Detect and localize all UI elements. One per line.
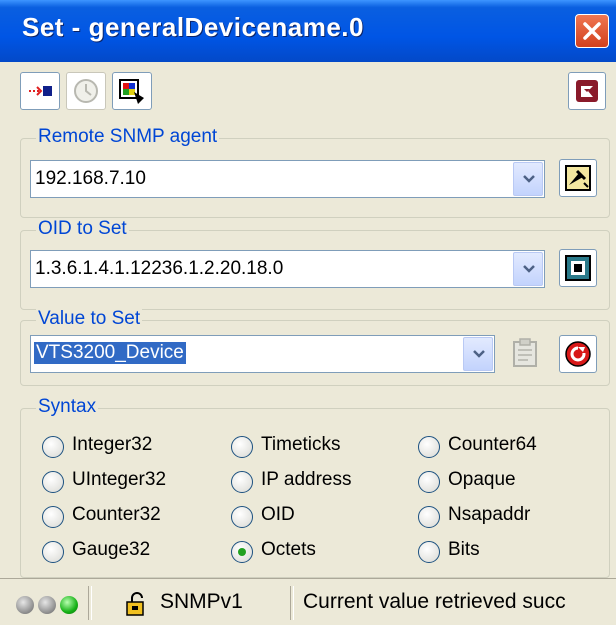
send-set-icon	[29, 86, 52, 96]
value-label: Value to Set	[36, 308, 143, 330]
radio-integer32-label: Integer32	[72, 434, 153, 455]
refresh-icon	[565, 341, 591, 367]
send-set-button[interactable]	[20, 72, 60, 110]
radio-nsapaddr-circle	[418, 506, 440, 528]
radio-selected-dot	[238, 548, 246, 556]
status-led-2-icon	[38, 596, 56, 614]
chevron-down-icon	[523, 175, 535, 183]
lock-icon	[126, 592, 144, 616]
radio-counter64-circle	[418, 436, 440, 458]
palette-icon	[119, 79, 144, 104]
chevron-down-icon	[523, 265, 535, 273]
status-message: Current value retrieved succ	[303, 590, 566, 613]
remote-agent-dropdown-button[interactable]	[513, 162, 543, 196]
status-led-1-icon	[16, 596, 34, 614]
radio-uinteger32-circle	[42, 471, 64, 493]
refresh-value-button[interactable]	[559, 335, 597, 373]
radio-octets-circle	[231, 541, 253, 563]
status-led-3-icon	[60, 596, 78, 614]
radio-counter32-label: Counter32	[72, 504, 161, 525]
snmp-version: SNMPv1	[160, 590, 243, 613]
oid-combobox[interactable]: 1.3.6.1.4.1.12236.1.2.20.18.0	[30, 250, 545, 288]
radio-timeticks-label: Timeticks	[261, 434, 341, 455]
syntax-label: Syntax	[36, 396, 99, 418]
oid-value: 1.3.6.1.4.1.12236.1.2.20.18.0	[35, 258, 284, 279]
exit-button[interactable]	[568, 72, 606, 110]
remote-agent-label: Remote SNMP agent	[36, 126, 220, 148]
clock-icon	[74, 79, 98, 103]
close-button[interactable]	[575, 14, 609, 48]
radio-ip-address-label: IP address	[261, 469, 352, 490]
radio-gauge32-circle	[42, 541, 64, 563]
window-title: Set - generalDevicename.0	[22, 12, 364, 42]
agent-properties-icon	[565, 165, 591, 191]
radio-opaque-label: Opaque	[448, 469, 516, 490]
close-icon	[583, 22, 601, 40]
status-separator	[290, 586, 294, 620]
radio-ip-address-circle	[231, 471, 253, 493]
oid-label: OID to Set	[36, 218, 129, 240]
remote-agent-value: 192.168.7.10	[35, 168, 146, 189]
clipboard-icon	[513, 338, 537, 367]
radio-oid-label: OID	[261, 504, 295, 525]
scheduler-button[interactable]	[66, 72, 106, 110]
radio-oid-circle	[231, 506, 253, 528]
mib-browser-button[interactable]	[559, 249, 597, 287]
radio-opaque-circle	[418, 471, 440, 493]
set-dialog-window: Set - generalDevicename.0 Remote SNMP ag…	[0, 0, 616, 625]
status-separator	[88, 586, 92, 620]
value-editor-button[interactable]	[508, 336, 544, 372]
title-bar[interactable]: Set - generalDevicename.0	[0, 0, 616, 62]
agent-properties-button[interactable]	[559, 159, 597, 197]
radio-timeticks-circle	[231, 436, 253, 458]
radio-integer32-circle	[42, 436, 64, 458]
radio-counter64-label: Counter64	[448, 434, 537, 455]
radio-bits-circle	[418, 541, 440, 563]
color-settings-button[interactable]	[112, 72, 152, 110]
oid-dropdown-button[interactable]	[513, 252, 543, 286]
exit-icon	[576, 80, 598, 102]
radio-octets-label: Octets	[261, 539, 316, 560]
radio-nsapaddr-label: Nsapaddr	[448, 504, 531, 525]
target-icon	[565, 255, 591, 281]
chevron-down-icon	[473, 350, 485, 358]
radio-counter32-circle	[42, 506, 64, 528]
radio-bits-label: Bits	[448, 539, 480, 560]
radio-gauge32-label: Gauge32	[72, 539, 151, 560]
remote-agent-combobox[interactable]: 192.168.7.10	[30, 160, 545, 198]
value-input-text: VTS3200_Device	[34, 342, 186, 364]
radio-uinteger32-label: UInteger32	[72, 469, 167, 490]
value-dropdown-button[interactable]	[463, 337, 493, 371]
value-combobox[interactable]: VTS3200_Device	[30, 335, 495, 373]
